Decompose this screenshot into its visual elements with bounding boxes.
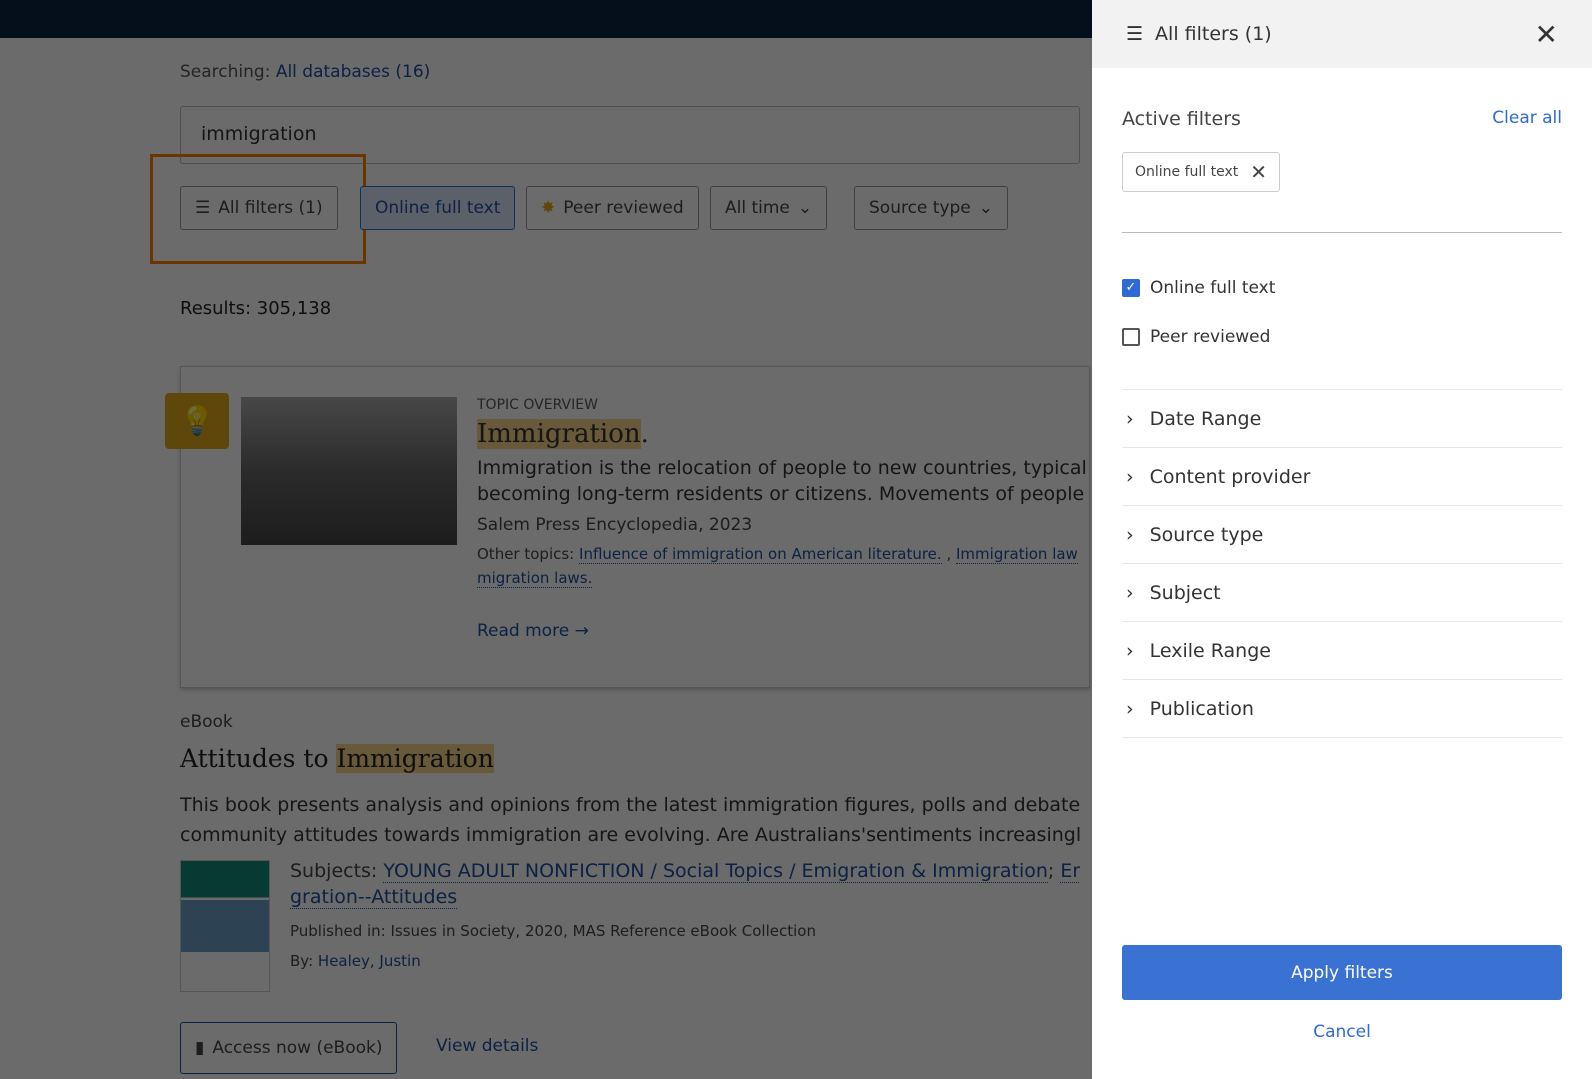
read-more-label: Read more — [477, 621, 570, 641]
topic-desc-2: becoming long-term residents or citizens… — [477, 483, 1087, 505]
close-icon[interactable]: ✕ — [1535, 18, 1558, 51]
main-content: Searching: All databases (16) immigratio… — [150, 38, 1180, 1079]
checkbox-label: Online full text — [1150, 277, 1276, 298]
chevron-right-icon: › — [1126, 465, 1134, 488]
checkbox-peer-reviewed[interactable]: Peer reviewed — [1122, 312, 1562, 361]
view-details-link[interactable]: View details — [436, 1036, 538, 1056]
searching-label: Searching: — [180, 62, 271, 82]
chevron-down-icon: ⌄ — [797, 198, 813, 218]
section-label: Source type — [1149, 523, 1264, 546]
ebook-title[interactable]: Attitudes to Immigration — [180, 744, 494, 773]
apply-filters-button[interactable]: Apply filters — [1122, 945, 1562, 1000]
ebook-desc-1: This book presents analysis and opinions… — [180, 794, 1080, 816]
all-filters-label: All filters (1) — [218, 198, 323, 218]
subject-link[interactable]: gration--Attitudes — [290, 886, 458, 909]
chip-label: Online full text — [1135, 164, 1239, 180]
databases-link[interactable]: All databases (16) — [276, 62, 430, 82]
read-more-link[interactable]: Read more → — [477, 621, 1087, 641]
chevron-down-icon: ⌄ — [978, 198, 994, 218]
results-count: Results: 305,138 — [180, 298, 332, 319]
search-input[interactable]: immigration — [180, 106, 1080, 164]
chevron-right-icon: › — [1126, 697, 1134, 720]
topic-title[interactable]: Immigration — [477, 419, 641, 449]
topic-source: Salem Press Encyclopedia, 2023 — [477, 515, 753, 535]
source-type-dropdown[interactable]: Source type ⌄ — [854, 186, 1009, 230]
pdf-icon: ▮ — [195, 1038, 205, 1058]
section-lexile-range[interactable]: › Lexile Range — [1122, 622, 1562, 680]
filter-icon: ☰ — [1126, 23, 1144, 45]
section-label: Publication — [1149, 697, 1254, 720]
clear-all-link[interactable]: Clear all — [1492, 108, 1562, 130]
peer-reviewed-label: Peer reviewed — [563, 198, 684, 218]
other-topic-link[interactable]: migration laws. — [477, 569, 593, 588]
filters-panel: ☰ All filters (1) ✕ Active filters Clear al… — [1092, 0, 1592, 1079]
panel-header: ☰ All filters (1) ✕ — [1092, 0, 1592, 68]
section-label: Subject — [1149, 581, 1221, 604]
checkbox-checked[interactable]: ✓ — [1122, 278, 1140, 297]
checkbox-unchecked[interactable] — [1122, 327, 1140, 346]
section-content-provider[interactable]: › Content provider — [1122, 448, 1562, 506]
section-subject[interactable]: › Subject — [1122, 564, 1562, 622]
peer-reviewed-filter[interactable]: ✸ Peer reviewed — [526, 186, 699, 230]
chevron-right-icon: › — [1126, 639, 1134, 662]
ebook-title-pre: Attitudes to — [180, 744, 337, 773]
time-dropdown[interactable]: All time ⌄ — [710, 186, 828, 230]
section-date-range[interactable]: › Date Range — [1122, 390, 1562, 448]
ebook-title-highlight: Immigration — [336, 744, 494, 773]
panel-title: All filters (1) — [1155, 23, 1272, 45]
remove-icon[interactable]: ✕ — [1250, 160, 1267, 184]
ebook-desc-2: community attitudes towards immigration … — [180, 824, 1080, 846]
topic-kicker: TOPIC OVERVIEW — [477, 397, 598, 413]
subject-link[interactable]: Em — [1060, 860, 1080, 883]
section-source-type[interactable]: › Source type — [1122, 506, 1562, 564]
section-label: Lexile Range — [1149, 639, 1271, 662]
topic-desc-1: Immigration is the relocation of people … — [477, 457, 1087, 479]
arrow-right-icon: → — [574, 621, 589, 641]
searching-line: Searching: All databases (16) — [180, 62, 430, 82]
all-filters-button[interactable]: ☰ All filters (1) — [180, 186, 338, 230]
active-filters-label: Active filters — [1122, 108, 1241, 130]
cancel-button[interactable]: Cancel — [1122, 1022, 1562, 1042]
subjects-label: Subjects: — [290, 860, 378, 882]
other-topics-label: Other topics: — [477, 545, 575, 563]
section-label: Date Range — [1149, 407, 1262, 430]
checkbox-label: Peer reviewed — [1150, 326, 1271, 347]
chevron-right-icon: › — [1126, 407, 1134, 430]
chevron-right-icon: › — [1126, 581, 1134, 604]
chevron-right-icon: › — [1126, 523, 1134, 546]
separator: , — [941, 545, 956, 563]
section-publication[interactable]: › Publication — [1122, 680, 1562, 738]
access-now-button[interactable]: ▮ Access now (eBook) — [180, 1022, 398, 1074]
topic-image — [241, 397, 457, 545]
ebook-cover — [180, 860, 270, 992]
title-suffix: . — [640, 419, 649, 449]
online-full-text-filter[interactable]: Online full text — [360, 186, 516, 230]
published-in: Published in: Issues in Society, 2020, M… — [290, 922, 816, 940]
topic-card: 💡 TOPIC OVERVIEW Immigration. Immigratio… — [165, 366, 1090, 688]
time-label: All time — [725, 198, 790, 218]
filter-icon: ☰ — [195, 198, 211, 218]
lightbulb-icon: 💡 — [165, 393, 229, 449]
author-link[interactable]: Healey, Justin — [317, 952, 421, 970]
ebook-type: eBook — [180, 712, 233, 732]
checkbox-online-full-text[interactable]: ✓ Online full text — [1122, 263, 1562, 312]
other-topic-link[interactable]: Influence of immigration on American lit… — [579, 545, 942, 564]
source-type-label: Source type — [869, 198, 971, 218]
by-label: By: — [290, 952, 314, 970]
active-filter-chip[interactable]: Online full text ✕ — [1122, 152, 1281, 192]
subject-link[interactable]: YOUNG ADULT NONFICTION / Social Topics /… — [383, 860, 1048, 883]
section-label: Content provider — [1149, 465, 1311, 488]
access-now-label: Access now (eBook) — [212, 1038, 383, 1058]
badge-icon: ✸ — [541, 198, 556, 218]
other-topic-link[interactable]: Immigration law — [956, 545, 1078, 564]
